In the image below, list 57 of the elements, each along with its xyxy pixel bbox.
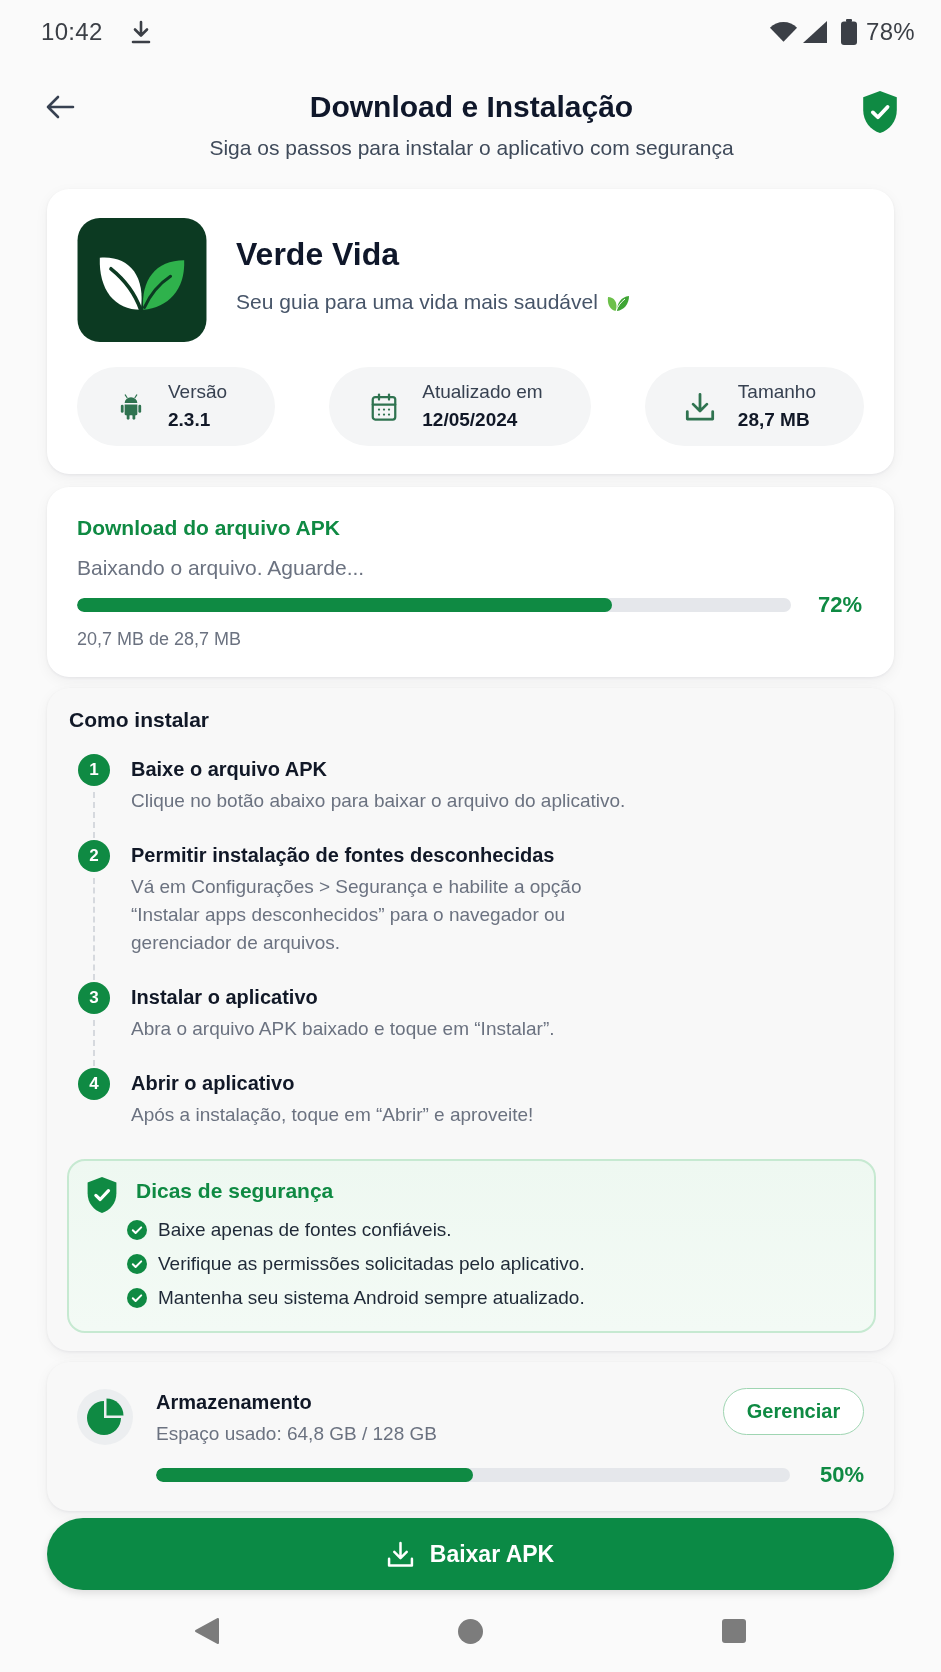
battery-percent: 78% [866, 18, 915, 46]
download-size: 20,7 MB de 28,7 MB [77, 628, 243, 651]
back-arrow-icon[interactable] [45, 94, 75, 120]
step-number: 2 [78, 840, 110, 872]
download-icon [386, 1540, 414, 1568]
step-title: Baixe o arquivo APK [131, 757, 328, 782]
storage-usage: Espaço usado: 64,8 GB / 128 GB [156, 1422, 437, 1446]
step-connector [93, 1020, 95, 1066]
safety-tip: Baixe apenas de fontes confiáveis. [158, 1218, 452, 1242]
section-title: Como instalar [69, 707, 211, 733]
signal-icon [802, 20, 829, 44]
manage-button[interactable]: Gerenciar [723, 1388, 864, 1435]
app-tagline: Seu guia para uma vida mais saudável [236, 289, 598, 315]
info-label: Versão [168, 380, 228, 404]
download-icon [684, 391, 715, 422]
step-connector [93, 792, 95, 838]
step-title: Permitir instalação de fontes desconhecidas [131, 843, 556, 868]
download-icon [129, 20, 152, 44]
info-value: 28,7 MB [737, 408, 811, 432]
step-number: 3 [78, 982, 110, 1014]
download-status: Baixando o arquivo. Aguarde... [77, 555, 366, 581]
step-description: Clique no botão abaixo para baixar o arquivo do aplicativo. [131, 789, 627, 813]
leaf-app-icon [77, 218, 207, 342]
step-title: Instalar o aplicativo [131, 985, 319, 1010]
nav-home-icon[interactable] [458, 1618, 483, 1644]
step-description: Vá em Configurações > Segurança e habilite a opção “Instalar apps desconhecidos” para o navegador ou gerenciador de arquivos. [131, 875, 583, 955]
app-name: Verde Vida [236, 235, 401, 273]
info-value: 2.3.1 [168, 408, 212, 432]
safety-title: Dicas de segurança [136, 1178, 334, 1204]
step-title: Abrir o aplicativo [131, 1071, 296, 1096]
wifi-icon [769, 21, 799, 43]
info-label: Atualizado em [422, 380, 543, 404]
step-description: Após a instalação, toque em “Abrir” e aproveite! [131, 1103, 535, 1127]
page-title: Download e Instalação [309, 89, 634, 125]
shield-check-icon [86, 1177, 118, 1213]
nav-back-icon[interactable] [193, 1617, 220, 1645]
download-apk-button[interactable]: Baixar APK [47, 1518, 894, 1590]
check-circle-icon [127, 1254, 147, 1274]
progress-percent: 72% [817, 591, 862, 619]
shield-check-icon [862, 91, 898, 133]
step-number: 1 [78, 754, 110, 786]
status-time: 10:42 [41, 18, 103, 46]
safety-tip: Mantenha seu sistema Android sempre atualizado. [158, 1286, 585, 1310]
safety-tip: Verifique as permissões solicitadas pelo aplicativo. [158, 1252, 585, 1276]
battery-icon [841, 19, 858, 45]
step-number: 4 [78, 1068, 110, 1100]
page-subtitle: Siga os passos para instalar o aplicativo com segurança [209, 135, 734, 161]
check-circle-icon [127, 1288, 147, 1308]
progress-percent: 50% [819, 1461, 864, 1489]
storage-title: Armazenamento [156, 1390, 313, 1415]
check-circle-icon [127, 1220, 147, 1240]
step-description: Abra o arquivo APK baixado e toque em “Instalar”. [131, 1017, 556, 1041]
nav-recents-icon[interactable] [722, 1619, 747, 1643]
pie-chart-icon [77, 1389, 133, 1445]
info-value: 12/05/2024 [422, 408, 519, 432]
info-label: Tamanho [737, 380, 816, 404]
download-title: Download do arquivo APK [77, 515, 341, 541]
